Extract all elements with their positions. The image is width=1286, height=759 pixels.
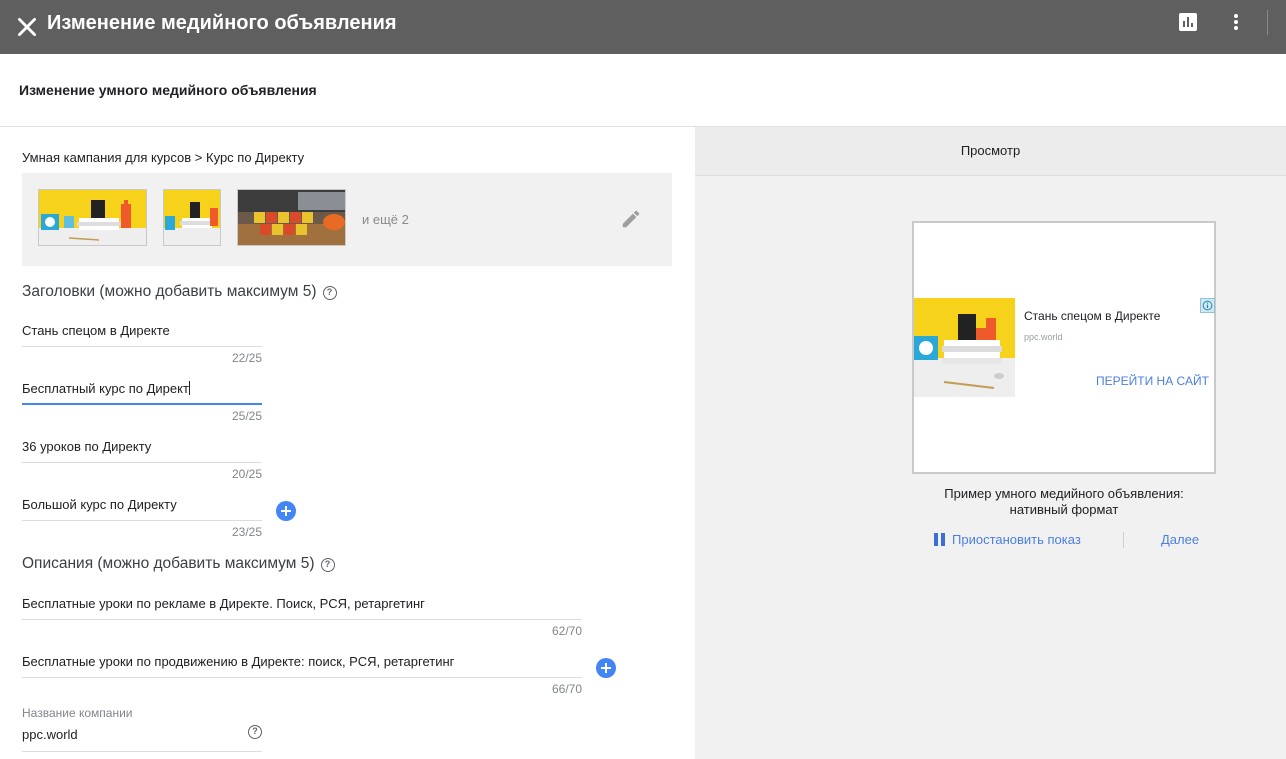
- headlines-title: Заголовки (можно добавить максимум 5)?: [22, 283, 337, 301]
- add-description-button[interactable]: [596, 658, 616, 678]
- description-field-1[interactable]: Бесплатные уроки по рекламе в Директе. П…: [22, 596, 582, 640]
- more-images-label: и ещё 2: [362, 212, 409, 227]
- char-counter: 66/70: [551, 682, 582, 696]
- headline-field-2[interactable]: Бесплатный курс по Директ 25/25: [22, 381, 262, 425]
- headline-input[interactable]: Бесплатный курс по Директ: [22, 381, 262, 397]
- report-chart-icon[interactable]: [1178, 12, 1198, 32]
- text-caret: [188, 381, 190, 395]
- company-name-input[interactable]: ppc.world: [22, 727, 262, 743]
- editor-panel: Умная кампания для курсов > Курс по Дире…: [0, 127, 695, 759]
- add-headline-button[interactable]: [276, 501, 296, 521]
- input-underline: [22, 619, 582, 620]
- headline-input[interactable]: Большой курс по Директу: [22, 497, 262, 513]
- ad-site: ppc.world: [1024, 332, 1063, 342]
- subheader: Изменение умного медийного объявления: [0, 54, 1286, 127]
- char-counter: 62/70: [551, 624, 582, 638]
- image-thumbnail-1[interactable]: [38, 189, 147, 246]
- description-input[interactable]: Бесплатные уроки по продвижению в Директ…: [22, 654, 582, 670]
- headline-input-text: Бесплатный курс по Директ: [22, 381, 189, 396]
- descriptions-title-text: Описания (можно добавить максимум 5): [22, 555, 315, 572]
- ad-headline: Стань спецом в Директе: [1024, 309, 1161, 323]
- toolbar-divider: [1267, 10, 1268, 35]
- controls-divider: [1123, 532, 1124, 548]
- image-thumbnail-3[interactable]: [237, 189, 346, 246]
- headlines-title-text: Заголовки (можно добавить максимум 5): [22, 283, 317, 300]
- more-vert-icon[interactable]: [1226, 12, 1246, 32]
- company-name-field[interactable]: ppc.world ?: [22, 725, 262, 757]
- char-counter: 20/25: [231, 467, 262, 481]
- char-counter: 25/25: [231, 409, 262, 423]
- pause-icon: [934, 533, 946, 546]
- preview-caption: Пример умного медийного объявления: нати…: [912, 486, 1216, 518]
- edit-pencil-icon[interactable]: [620, 208, 642, 230]
- ad-preview-card: Стань спецом в Директе ppc.world ПЕРЕЙТИ…: [912, 221, 1216, 474]
- section-heading: Изменение умного медийного объявления: [19, 82, 317, 98]
- headline-input[interactable]: Стань спецом в Директе: [22, 323, 262, 339]
- preview-panel: Просмотр Стань спецом в Директе ppc.worl…: [695, 127, 1286, 759]
- input-underline-focused: [22, 403, 262, 405]
- pause-preview-label: Приостановить показ: [952, 532, 1081, 547]
- company-name-label: Название компании: [22, 706, 133, 720]
- description-field-2[interactable]: Бесплатные уроки по продвижению в Директ…: [22, 654, 582, 698]
- description-input[interactable]: Бесплатные уроки по рекламе в Директе. П…: [22, 596, 582, 612]
- headline-field-3[interactable]: 36 уроков по Директу 20/25: [22, 439, 262, 483]
- headline-field-4[interactable]: Большой курс по Директу 23/25: [22, 497, 262, 541]
- ad-choices-icon[interactable]: [1200, 298, 1215, 313]
- input-underline: [22, 462, 262, 463]
- app-bar: Изменение медийного объявления: [0, 0, 1286, 54]
- input-underline: [22, 520, 262, 521]
- images-strip: и ещё 2: [22, 173, 672, 266]
- char-counter: 22/25: [231, 351, 262, 365]
- headline-input[interactable]: 36 уроков по Директу: [22, 439, 262, 455]
- help-icon[interactable]: ?: [248, 725, 262, 739]
- input-underline: [22, 751, 262, 752]
- image-thumbnail-2[interactable]: [163, 189, 221, 246]
- caption-line-2: нативный формат: [1009, 502, 1119, 517]
- ad-cta-button[interactable]: ПЕРЕЙТИ НА САЙТ: [1096, 374, 1209, 388]
- headline-field-1[interactable]: Стань спецом в Директе 22/25: [22, 323, 262, 367]
- next-preview-button[interactable]: Далее: [1161, 532, 1199, 547]
- tab-preview[interactable]: Просмотр: [695, 143, 1286, 158]
- close-icon[interactable]: [14, 14, 40, 40]
- input-underline: [22, 677, 582, 678]
- ad-image: [914, 298, 1015, 397]
- help-icon[interactable]: ?: [320, 558, 335, 572]
- preview-tab-bar: Просмотр: [695, 127, 1286, 176]
- breadcrumb[interactable]: Умная кампания для курсов > Курс по Дире…: [22, 150, 304, 165]
- char-counter: 23/25: [231, 525, 262, 539]
- pause-preview-button[interactable]: Приостановить показ: [934, 532, 1081, 547]
- descriptions-title: Описания (можно добавить максимум 5)?: [22, 555, 335, 573]
- help-icon[interactable]: ?: [322, 286, 337, 300]
- caption-line-1: Пример умного медийного объявления:: [944, 486, 1184, 501]
- input-underline: [22, 346, 262, 347]
- dialog-title: Изменение медийного объявления: [47, 12, 397, 34]
